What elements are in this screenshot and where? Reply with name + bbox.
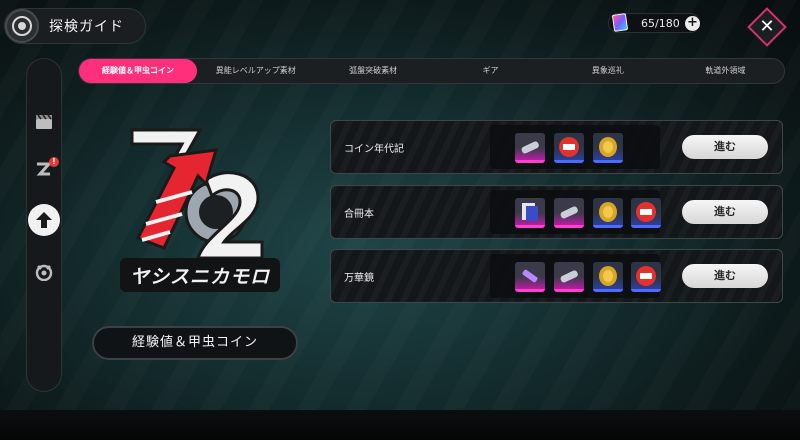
tab-gear[interactable]: ギア	[432, 59, 549, 83]
reward-list	[490, 254, 661, 298]
tab-pilgrimage[interactable]: 異象巡礼	[549, 59, 666, 83]
purple-cylinder-icon[interactable]	[515, 133, 545, 163]
red-chip-icon[interactable]	[554, 133, 584, 163]
stage-name: コイン年代記	[344, 144, 404, 155]
logo-script: ヤシスニカモロ	[129, 266, 270, 288]
stamina-value: 65/180	[641, 16, 680, 30]
category-tabs: 経験値＆甲虫コイン 異能レベルアップ素材 弧盤突破素材 ギア 異象巡礼 軌道外領…	[78, 58, 785, 84]
side-nav-item-4[interactable]	[27, 255, 61, 289]
close-icon: ✕	[759, 16, 775, 37]
side-nav-item-3[interactable]	[27, 203, 61, 237]
purple-cylinder-icon[interactable]	[554, 262, 584, 292]
red-chip-icon[interactable]	[631, 198, 661, 228]
side-nav-item-1[interactable]	[27, 105, 61, 139]
category-logo: ヤシスニカモロ	[112, 122, 290, 304]
side-nav: !	[26, 58, 62, 392]
go-button[interactable]: 進む	[682, 200, 768, 224]
tab-skill-material[interactable]: 異能レベルアップ素材	[197, 59, 314, 83]
purple-syringe-icon[interactable]	[515, 262, 545, 292]
stamina-card-icon	[611, 12, 629, 32]
gold-coin-icon[interactable]	[593, 133, 623, 163]
upgrade-arrow-icon	[36, 212, 52, 228]
stamina-counter: 65/180 +	[608, 12, 700, 33]
page-header[interactable]: 探検ガイド	[4, 8, 146, 44]
tab-exp-coin[interactable]: 経験値＆甲虫コイン	[79, 59, 197, 83]
alert-badge: !	[49, 157, 59, 167]
stage-row[interactable]: コイン年代記 進む	[330, 120, 783, 174]
guide-emblem-icon	[5, 9, 39, 43]
stage-name: 万華鏡	[344, 273, 374, 284]
stage-name: 合冊本	[344, 209, 374, 220]
category-title: 経験値＆甲虫コイン	[92, 326, 298, 360]
side-nav-item-2[interactable]: !	[27, 153, 61, 187]
bottom-band	[0, 410, 800, 440]
go-button[interactable]: 進む	[682, 135, 768, 159]
gold-coin-icon[interactable]	[593, 262, 623, 292]
tab-breakthrough-material[interactable]: 弧盤突破素材	[314, 59, 431, 83]
stage-row[interactable]: 合冊本 進む	[330, 185, 783, 239]
tab-outer-orbit[interactable]: 軌道外領域	[667, 59, 784, 83]
stage-row[interactable]: 万華鏡 進む	[330, 249, 783, 303]
reward-list	[490, 125, 660, 169]
page-title: 探検ガイド	[49, 19, 124, 35]
red-chip-icon[interactable]	[631, 262, 661, 292]
clapperboard-icon	[36, 114, 52, 129]
go-button[interactable]: 進む	[682, 264, 768, 288]
gold-coin-icon[interactable]	[593, 198, 623, 228]
shield-emblem-icon	[35, 264, 53, 281]
card-deck-icon[interactable]	[515, 198, 545, 228]
purple-cylinder-icon[interactable]	[554, 198, 584, 228]
reward-list	[490, 190, 661, 234]
add-stamina-button[interactable]: +	[685, 16, 700, 31]
